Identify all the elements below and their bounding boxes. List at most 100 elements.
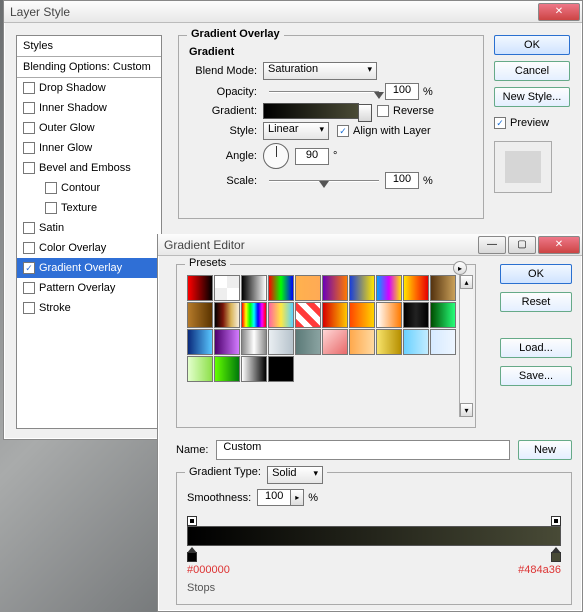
style-item-bevel-and-emboss[interactable]: Bevel and Emboss — [17, 158, 161, 178]
preset-swatch[interactable] — [268, 302, 294, 328]
gradient-picker[interactable] — [263, 103, 359, 119]
style-item-inner-glow[interactable]: Inner Glow — [17, 138, 161, 158]
preset-swatch[interactable] — [241, 356, 267, 382]
color-stop-right[interactable] — [551, 552, 561, 562]
preset-swatch[interactable] — [268, 356, 294, 382]
style-checkbox[interactable] — [23, 142, 35, 154]
gradient-editor-titlebar[interactable]: Gradient Editor — ▢ ✕ — [158, 234, 582, 256]
style-checkbox[interactable] — [45, 182, 57, 194]
style-checkbox[interactable] — [45, 202, 57, 214]
ge-ok-button[interactable]: OK — [500, 264, 572, 284]
style-checkbox[interactable] — [23, 282, 35, 294]
opacity-stop-right[interactable] — [551, 516, 561, 526]
preset-swatch[interactable] — [187, 302, 213, 328]
preset-swatch[interactable] — [214, 302, 240, 328]
style-item-contour[interactable]: Contour — [17, 178, 161, 198]
style-item-label: Drop Shadow — [39, 82, 106, 94]
new-style-button[interactable]: New Style... — [494, 87, 570, 107]
preset-swatch[interactable] — [403, 329, 429, 355]
preset-swatch[interactable] — [214, 329, 240, 355]
smoothness-stepper[interactable]: ▸ — [290, 489, 304, 506]
preset-swatch[interactable] — [241, 329, 267, 355]
close-icon[interactable]: ✕ — [538, 3, 580, 21]
angle-field[interactable]: 90 — [295, 148, 329, 165]
smoothness-field[interactable]: 100 — [257, 489, 291, 506]
preset-swatch[interactable] — [187, 275, 213, 301]
preset-swatch[interactable] — [214, 275, 240, 301]
layer-style-titlebar[interactable]: Layer Style ✕ — [4, 1, 582, 23]
preset-swatch[interactable] — [322, 329, 348, 355]
preset-swatch[interactable] — [187, 356, 213, 382]
preset-swatch[interactable] — [376, 302, 402, 328]
new-button[interactable]: New — [518, 440, 572, 460]
minimize-icon[interactable]: — — [478, 236, 506, 254]
preset-swatch[interactable] — [349, 329, 375, 355]
style-checkbox[interactable]: ✓ — [23, 262, 35, 274]
preset-swatch[interactable] — [322, 302, 348, 328]
preset-swatch[interactable] — [403, 302, 429, 328]
preset-swatch[interactable] — [376, 275, 402, 301]
preset-swatch[interactable] — [295, 275, 321, 301]
preset-swatch[interactable] — [322, 275, 348, 301]
ge-load-button[interactable]: Load... — [500, 338, 572, 358]
preset-swatch[interactable] — [349, 302, 375, 328]
style-item-stroke[interactable]: Stroke — [17, 298, 161, 318]
style-item-drop-shadow[interactable]: Drop Shadow — [17, 78, 161, 98]
scale-field[interactable]: 100 — [385, 172, 419, 189]
blending-options-item[interactable]: Blending Options: Custom — [17, 57, 161, 78]
style-item-outer-glow[interactable]: Outer Glow — [17, 118, 161, 138]
opacity-stop-left[interactable] — [187, 516, 197, 526]
preset-swatch[interactable] — [430, 329, 456, 355]
styles-header[interactable]: Styles — [17, 36, 161, 57]
style-checkbox[interactable] — [23, 102, 35, 114]
opacity-slider[interactable] — [269, 84, 379, 100]
cancel-button[interactable]: Cancel — [494, 61, 570, 81]
gradient-bar[interactable] — [187, 516, 561, 562]
presets-scrollbar[interactable]: ▴ ▾ — [459, 275, 473, 417]
style-item-texture[interactable]: Texture — [17, 198, 161, 218]
style-checkbox[interactable] — [23, 302, 35, 314]
gradient-type-select[interactable]: Solid — [267, 466, 323, 484]
ok-button[interactable]: OK — [494, 35, 570, 55]
color-stop-left[interactable] — [187, 552, 197, 562]
style-checkbox[interactable] — [23, 242, 35, 254]
align-checkbox[interactable]: ✓ — [337, 125, 349, 137]
preset-swatch[interactable] — [214, 356, 240, 382]
style-checkbox[interactable] — [23, 82, 35, 94]
scale-slider[interactable] — [269, 173, 379, 189]
preset-swatch[interactable] — [403, 275, 429, 301]
preset-swatch[interactable] — [268, 275, 294, 301]
scroll-up-icon[interactable]: ▴ — [460, 275, 473, 289]
preset-swatch[interactable] — [268, 329, 294, 355]
blend-mode-select[interactable]: Saturation — [263, 62, 377, 80]
style-item-color-overlay[interactable]: Color Overlay — [17, 238, 161, 258]
presets-menu-icon[interactable]: ▸ — [453, 261, 467, 275]
preset-swatch[interactable] — [241, 302, 267, 328]
style-checkbox[interactable] — [23, 122, 35, 134]
angle-dial[interactable] — [263, 143, 289, 169]
opacity-field[interactable]: 100 — [385, 83, 419, 100]
ge-reset-button[interactable]: Reset — [500, 292, 572, 312]
reverse-checkbox[interactable] — [377, 105, 389, 117]
style-item-pattern-overlay[interactable]: Pattern Overlay — [17, 278, 161, 298]
preset-swatch[interactable] — [295, 329, 321, 355]
close-icon[interactable]: ✕ — [538, 236, 580, 254]
preset-swatch[interactable] — [241, 275, 267, 301]
preset-swatch[interactable] — [376, 329, 402, 355]
style-select[interactable]: Linear — [263, 122, 329, 140]
preview-checkbox[interactable]: ✓ — [494, 117, 506, 129]
ge-save-button[interactable]: Save... — [500, 366, 572, 386]
name-field[interactable]: Custom — [216, 440, 510, 460]
scroll-down-icon[interactable]: ▾ — [460, 403, 473, 417]
style-checkbox[interactable] — [23, 162, 35, 174]
style-item-satin[interactable]: Satin — [17, 218, 161, 238]
style-item-gradient-overlay[interactable]: ✓Gradient Overlay — [17, 258, 161, 278]
preset-swatch[interactable] — [187, 329, 213, 355]
style-checkbox[interactable] — [23, 222, 35, 234]
maximize-icon[interactable]: ▢ — [508, 236, 536, 254]
preset-swatch[interactable] — [349, 275, 375, 301]
preset-swatch[interactable] — [430, 275, 456, 301]
preset-swatch[interactable] — [295, 302, 321, 328]
preset-swatch[interactable] — [430, 302, 456, 328]
style-item-inner-shadow[interactable]: Inner Shadow — [17, 98, 161, 118]
